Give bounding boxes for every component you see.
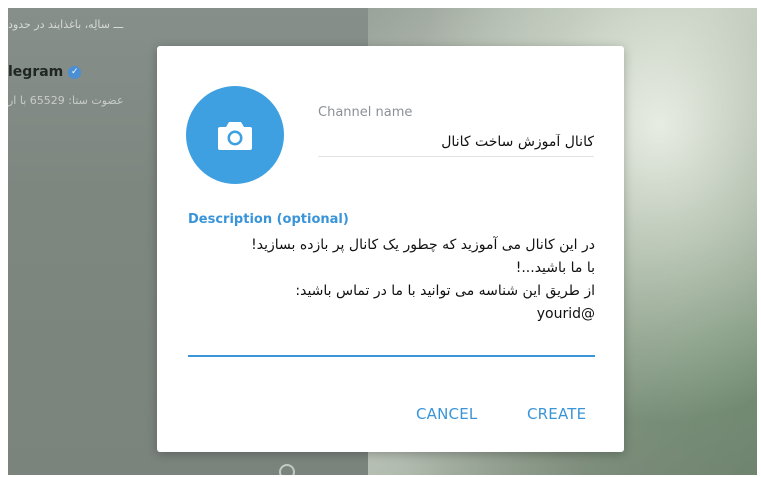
chat-preview-text: ـــ سالِه، باغذایند در حدود (8, 18, 124, 31)
chat-subtitle: عضوت ستا: 65529 با ار (8, 94, 124, 107)
channel-photo-button[interactable] (186, 86, 284, 184)
description-input[interactable]: در این کانال می آموزید که چطور یک کانال … (188, 234, 595, 357)
create-button[interactable]: CREATE (527, 405, 586, 423)
new-channel-dialog: Channel name Description (optional) در ا… (157, 46, 624, 452)
chat-name: legram (8, 64, 64, 80)
chat-item-telegram[interactable]: legram ✓ (8, 64, 82, 80)
verified-badge-icon: ✓ (68, 65, 82, 79)
emoji-icon[interactable] (279, 464, 295, 475)
channel-name-label: Channel name (318, 105, 413, 120)
channel-name-input[interactable] (318, 128, 594, 157)
description-label: Description (optional) (188, 212, 349, 227)
cancel-button[interactable]: CANCEL (416, 405, 477, 423)
camera-icon (218, 122, 252, 150)
